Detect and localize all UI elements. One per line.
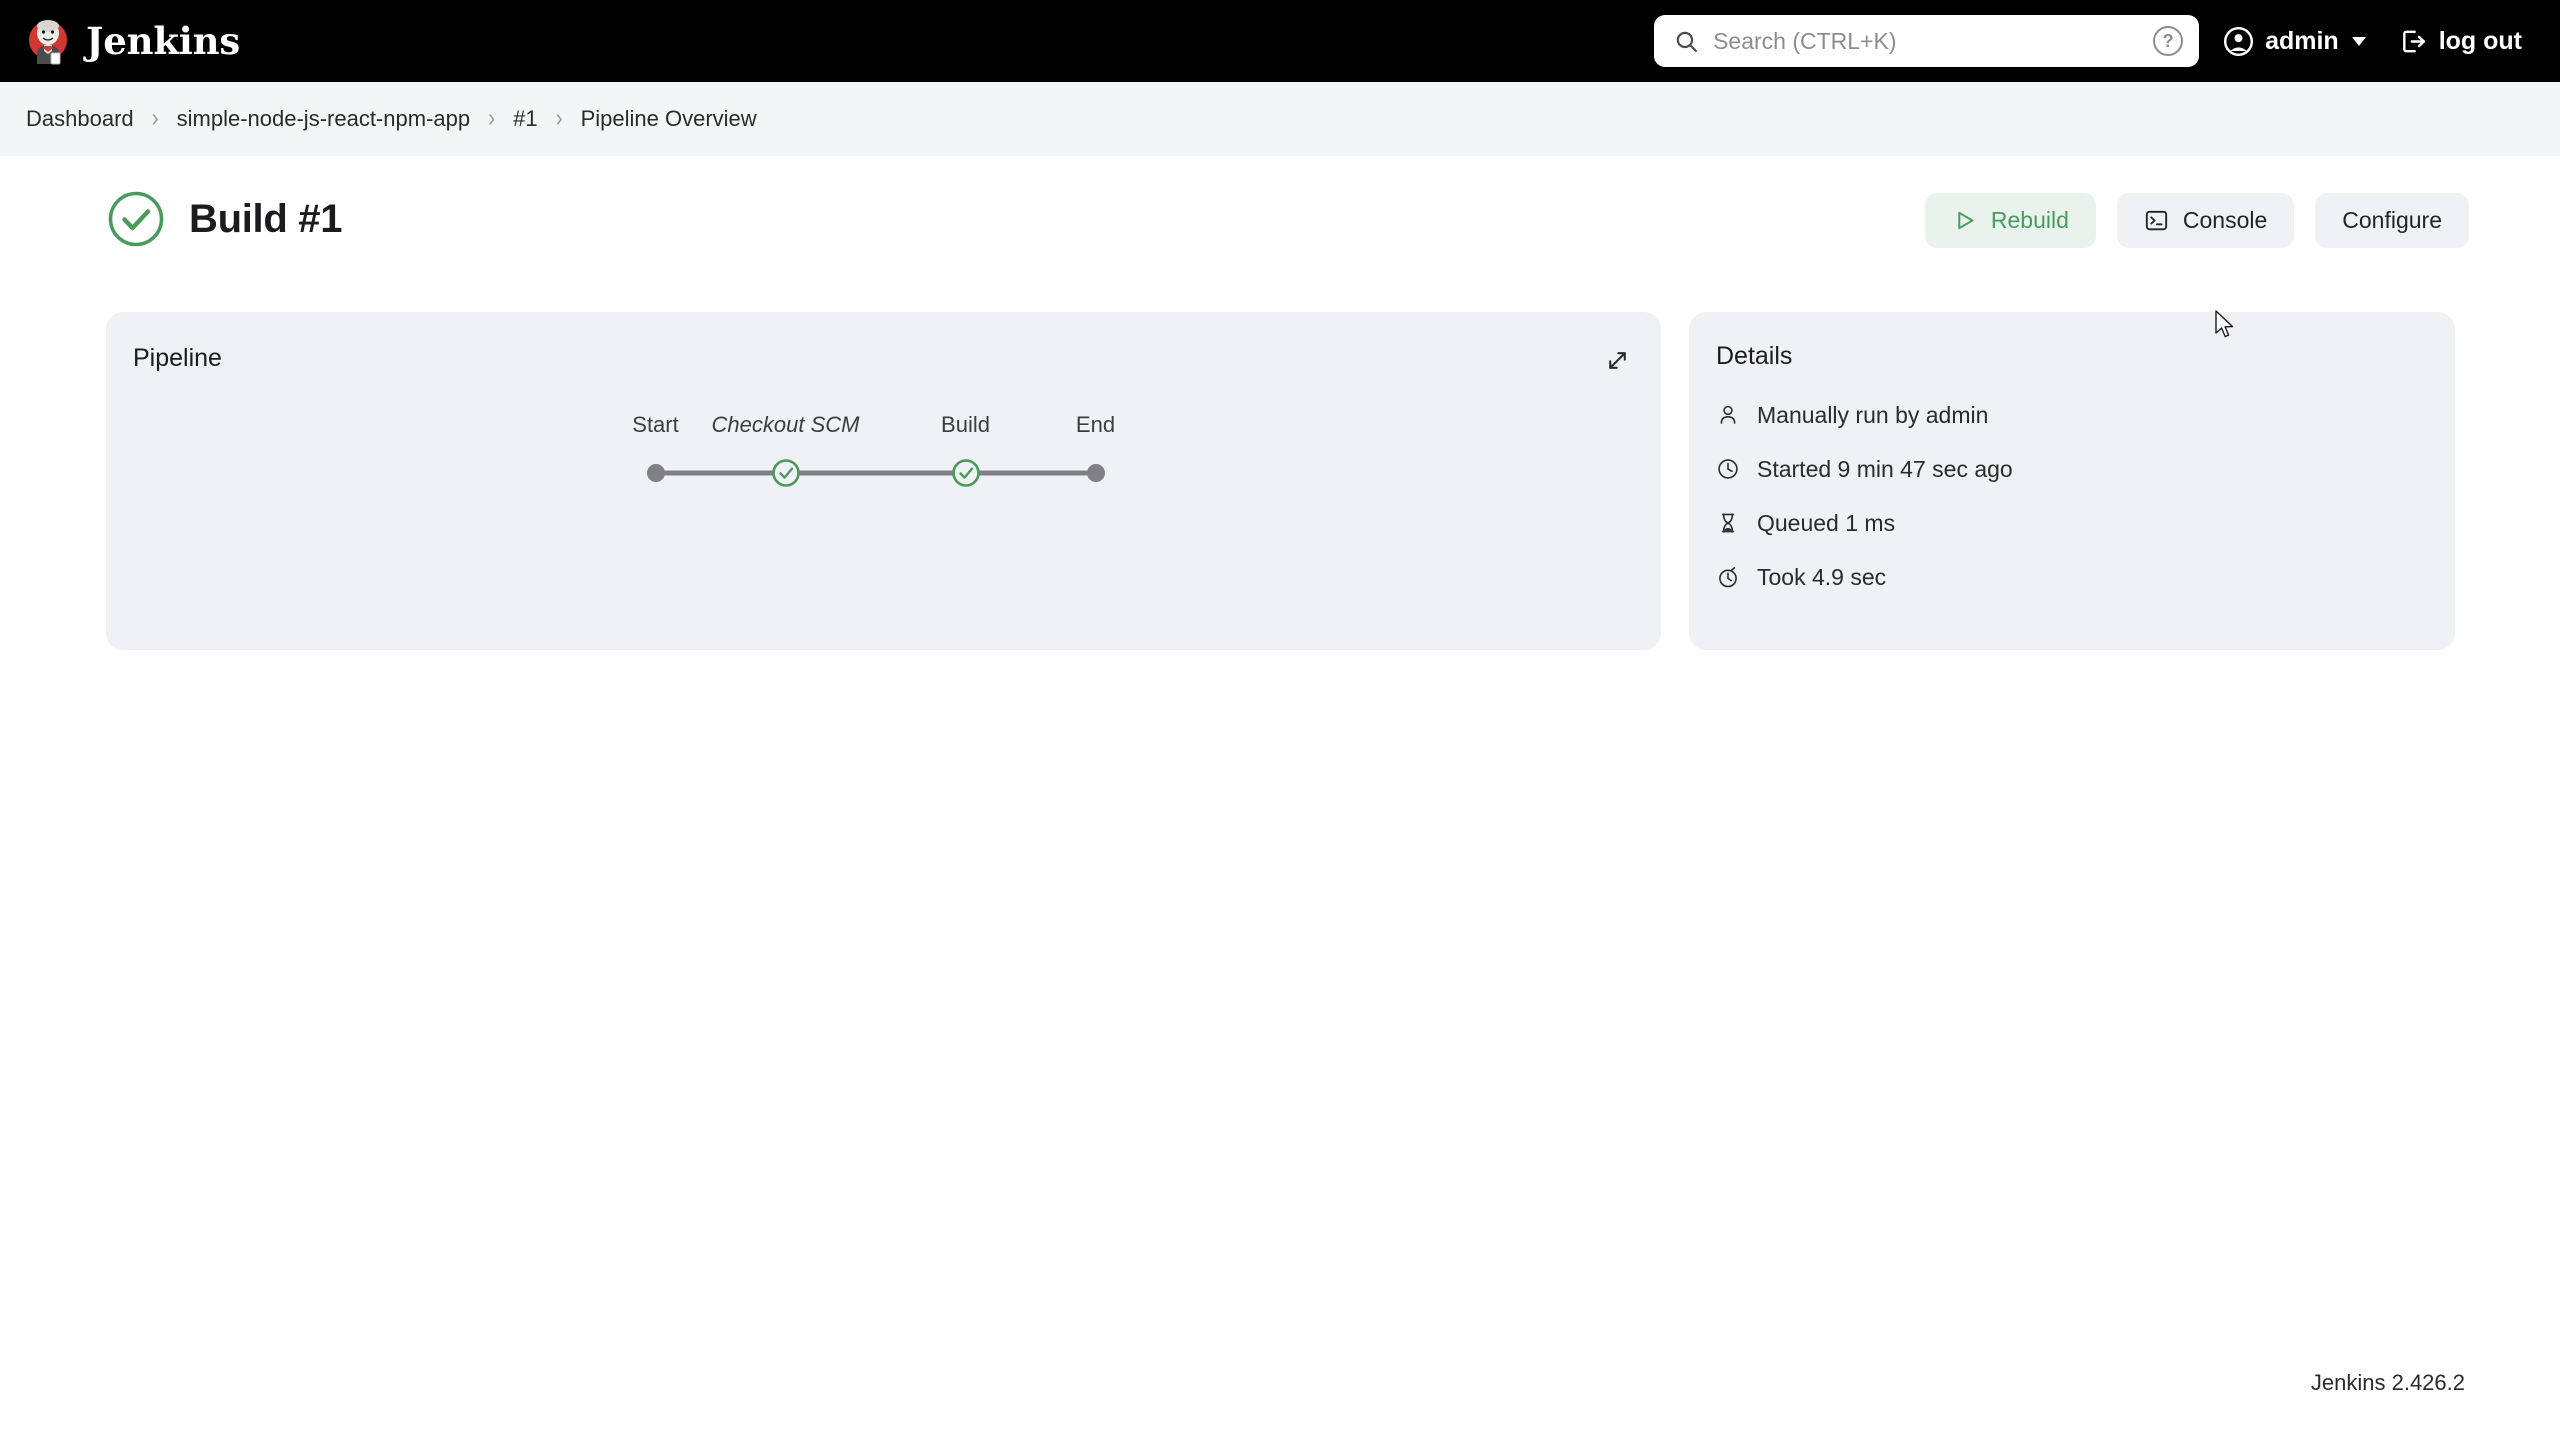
rebuild-button[interactable]: Rebuild — [1924, 193, 2096, 248]
header-right-cluster: ? admin log out — [1654, 0, 2560, 82]
user-circle-icon — [2223, 26, 2254, 57]
stopwatch-icon — [1716, 565, 1740, 589]
detail-text-took: Took 4.9 sec — [1757, 563, 1887, 590]
breadcrumb-item-dashboard[interactable]: Dashboard — [26, 106, 134, 132]
pipeline-node-label-checkout-scm: Checkout SCM — [711, 412, 860, 437]
search-icon — [1674, 29, 1699, 54]
configure-button-label: Configure — [2342, 207, 2442, 233]
console-button-label: Console — [2182, 207, 2268, 233]
details-list: Manually run by admin Started 9 min 47 s… — [1716, 398, 2013, 594]
breadcrumb: Dashboard › simple-node-js-react-npm-app… — [0, 82, 2560, 156]
user-menu[interactable]: admin — [2223, 26, 2366, 57]
pipeline-graph: Start Checkout SCM Build End — [106, 412, 1661, 522]
pipeline-node-checkout-scm — [771, 459, 800, 487]
pipeline-node-build — [951, 459, 980, 487]
pipeline-card: Pipeline Start Checkout SCM Build End — [106, 312, 1661, 650]
details-card: Details Manually run by admin Started 9 … — [1689, 312, 2455, 650]
page-title: Build #1 — [189, 196, 343, 241]
pipeline-node-start — [646, 464, 665, 482]
pipeline-node-end — [1086, 464, 1105, 482]
details-card-header: Details — [1716, 342, 1792, 371]
details-card-title: Details — [1716, 342, 1793, 370]
user-menu-label: admin — [2265, 26, 2339, 55]
pipeline-node-label-end: End — [1075, 412, 1116, 437]
detail-row-took: Took 4.9 sec — [1716, 560, 2013, 594]
app-header: Jenkins ? admin — [0, 0, 2560, 82]
expand-diagonal-arrows-icon — [1605, 352, 1630, 376]
logout-button[interactable]: log out — [2399, 27, 2522, 56]
detail-text-queued: Queued 1 ms — [1757, 509, 1896, 536]
check-circle-icon — [107, 190, 165, 248]
configure-button[interactable]: Configure — [2315, 193, 2469, 248]
logout-icon — [2399, 27, 2428, 56]
footer-version: Jenkins 2.426.2 — [2310, 1370, 2465, 1395]
expand-pipeline-button[interactable] — [1601, 344, 1634, 377]
detail-row-run-by: Manually run by admin — [1716, 398, 2013, 432]
pipeline-node-label-start: Start — [632, 412, 679, 437]
jenkins-butler-logo — [26, 17, 70, 65]
detail-row-started: Started 9 min 47 sec ago — [1716, 452, 2013, 486]
breadcrumb-separator: › — [151, 104, 159, 133]
search-input[interactable] — [1713, 27, 2140, 55]
play-triangle-icon — [1952, 208, 1977, 233]
rebuild-button-label: Rebuild — [1990, 207, 2069, 233]
hourglass-icon — [1716, 511, 1740, 535]
clock-icon — [1716, 457, 1740, 481]
terminal-icon — [2144, 208, 2169, 233]
breadcrumb-item-job[interactable]: simple-node-js-react-npm-app — [177, 106, 470, 132]
person-icon — [1716, 403, 1740, 427]
detail-text-run-by: Manually run by admin — [1757, 401, 1989, 428]
breadcrumb-item-current: Pipeline Overview — [580, 106, 757, 131]
breadcrumb-separator: › — [555, 104, 563, 133]
breadcrumb-separator: › — [488, 104, 496, 133]
jenkins-home-link[interactable]: Jenkins — [26, 17, 240, 65]
build-actions: Rebuild Console Configure — [1924, 193, 2469, 248]
search-box[interactable]: ? — [1654, 15, 2200, 67]
pipeline-node-label-build: Build — [941, 412, 990, 437]
chevron-down-icon — [2351, 36, 2366, 46]
logout-label: log out — [2438, 26, 2522, 55]
detail-text-started: Started 9 min 47 sec ago — [1757, 455, 2013, 482]
pipeline-card-header: Pipeline — [133, 344, 1634, 377]
detail-row-queued: Queued 1 ms — [1716, 506, 2013, 540]
pipeline-card-title: Pipeline — [133, 344, 222, 372]
brand-name: Jenkins — [86, 19, 240, 63]
console-button[interactable]: Console — [2116, 193, 2295, 248]
breadcrumb-item-build[interactable]: #1 — [513, 106, 537, 132]
pipeline-graph-svg — [646, 459, 1105, 487]
help-circle-icon[interactable]: ? — [2153, 26, 2184, 56]
